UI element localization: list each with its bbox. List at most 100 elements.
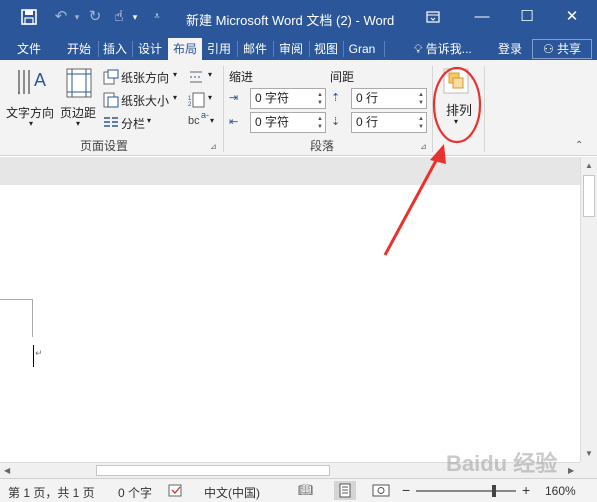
paragraph-group-label: 段落 bbox=[310, 139, 335, 153]
scroll-down-icon[interactable]: ▼ bbox=[585, 449, 593, 458]
paragraph-dialog-launcher-icon[interactable]: ⊿ bbox=[420, 142, 427, 151]
status-bar: 第 1 页，共 1 页 0 个字 中文(中国) 📖︎ − + 160% bbox=[0, 478, 597, 502]
orientation-label: 纸张方向 bbox=[121, 71, 170, 85]
columns-icon bbox=[104, 117, 118, 127]
word-count[interactable]: 0 个字 bbox=[118, 484, 152, 501]
spin-up-icon[interactable]: ▲ bbox=[418, 115, 424, 123]
minimize-button[interactable]: — bbox=[462, 4, 502, 30]
group-divider bbox=[432, 66, 433, 152]
tab-design[interactable]: 设计 bbox=[134, 38, 166, 60]
text-direction-button[interactable]: A 文字方向 ▾ bbox=[6, 64, 58, 134]
tab-grammarly[interactable]: Gran bbox=[345, 38, 379, 60]
size-button[interactable]: 纸张大小 ▾ bbox=[103, 91, 183, 109]
arrange-icon bbox=[443, 68, 469, 94]
lightbulb-icon: 💡︎ bbox=[414, 42, 423, 56]
document-top-margin bbox=[0, 157, 580, 185]
tell-me-search[interactable]: 💡︎ 告诉我... bbox=[414, 38, 484, 60]
chevron-down-icon: ▾ bbox=[173, 93, 178, 102]
spin-down-icon[interactable]: ▼ bbox=[418, 99, 424, 107]
redo-icon[interactable]: ↻ bbox=[84, 6, 106, 28]
ribbon-display-options-icon[interactable] bbox=[413, 4, 453, 30]
tab-insert[interactable]: 插入 bbox=[100, 38, 130, 60]
language-indicator[interactable]: 中文(中国) bbox=[204, 484, 260, 501]
scroll-up-icon[interactable]: ▲ bbox=[585, 161, 593, 170]
read-mode-icon[interactable]: 📖︎ bbox=[298, 483, 316, 498]
breaks-button[interactable]: ▾ bbox=[188, 68, 216, 86]
scroll-right-icon[interactable]: ▶ bbox=[568, 466, 574, 475]
close-button[interactable]: ✕ bbox=[552, 4, 592, 30]
print-layout-icon bbox=[339, 483, 351, 498]
maximize-icon: ☐ bbox=[520, 8, 534, 25]
zoom-level[interactable]: 160% bbox=[545, 484, 576, 498]
vertical-scrollbar[interactable]: ▲ ▼ bbox=[580, 157, 597, 462]
tab-file[interactable]: 文件 bbox=[10, 38, 48, 60]
page-setup-dialog-launcher-icon[interactable]: ⊿ bbox=[210, 142, 217, 151]
chevron-down-icon: ▾ bbox=[208, 93, 213, 102]
tab-references[interactable]: 引用 bbox=[203, 38, 235, 60]
tab-home[interactable]: 开始 bbox=[62, 38, 96, 60]
spacing-label: 间距 bbox=[330, 70, 355, 84]
spin-up-icon[interactable]: ▲ bbox=[317, 115, 323, 123]
spin-up-icon[interactable]: ▲ bbox=[317, 91, 323, 99]
paragraph-mark-icon: ↵ bbox=[35, 348, 43, 358]
hyphenation-button[interactable]: bc a- ▾ bbox=[188, 110, 218, 132]
tab-view[interactable]: 视图 bbox=[311, 38, 341, 60]
zoom-slider[interactable] bbox=[416, 490, 516, 492]
zoom-slider-thumb[interactable] bbox=[492, 485, 496, 497]
maximize-button[interactable]: ☐ bbox=[507, 4, 547, 30]
document-page[interactable]: ↵ bbox=[0, 185, 580, 462]
spacing-before-icon: ⇡ bbox=[331, 92, 341, 104]
spin-up-icon[interactable]: ▲ bbox=[418, 91, 424, 99]
indent-right-icon: ⇤ bbox=[229, 116, 239, 128]
margins-button[interactable]: 页边距 ▾ bbox=[60, 64, 100, 134]
proofing-icon[interactable] bbox=[168, 484, 184, 498]
hyphenation-icon: bc bbox=[188, 115, 200, 127]
indent-left-value: 0 字符 bbox=[255, 91, 290, 105]
spin-down-icon[interactable]: ▼ bbox=[317, 99, 323, 107]
chevron-down-icon: ▾ bbox=[210, 116, 215, 125]
share-button[interactable]: ⚇ 共享 bbox=[532, 39, 592, 59]
group-divider bbox=[484, 66, 485, 152]
print-layout-button[interactable] bbox=[334, 481, 356, 500]
collapse-ribbon-icon[interactable]: ⌃ bbox=[575, 140, 583, 151]
spacing-before-value: 0 行 bbox=[356, 91, 379, 105]
text-direction-icon: A bbox=[18, 70, 46, 95]
orientation-button[interactable]: 纸张方向 ▾ bbox=[103, 68, 183, 86]
columns-label: 分栏 bbox=[121, 117, 146, 131]
vertical-scroll-thumb[interactable] bbox=[583, 175, 595, 217]
web-layout-icon[interactable] bbox=[372, 483, 390, 498]
line-numbers-icon: 12 bbox=[188, 92, 205, 108]
spacing-after-field[interactable]: 0 行 ▲ ▼ bbox=[351, 112, 427, 133]
tell-me-label: 告诉我... bbox=[425, 42, 472, 56]
page-count[interactable]: 第 1 页，共 1 页 bbox=[8, 484, 95, 501]
signin-link[interactable]: 登录 bbox=[490, 38, 530, 60]
svg-text:A: A bbox=[34, 70, 46, 90]
chevron-down-icon: ▾ bbox=[173, 70, 178, 79]
scroll-left-icon[interactable]: ◀ bbox=[4, 466, 10, 475]
minimize-icon: — bbox=[474, 8, 490, 25]
spin-down-icon[interactable]: ▼ bbox=[317, 123, 323, 131]
baidu-watermark: Baidu 经验 bbox=[446, 451, 558, 476]
spin-down-icon[interactable]: ▼ bbox=[418, 123, 424, 131]
save-icon[interactable] bbox=[18, 6, 40, 28]
scroll-corner bbox=[580, 462, 597, 478]
tab-layout[interactable]: 布局 bbox=[168, 38, 202, 60]
customize-quick-access-icon[interactable]: ⩡ bbox=[146, 6, 168, 28]
tab-mailings[interactable]: 邮件 bbox=[239, 38, 271, 60]
touch-dropdown-icon[interactable]: ▾ bbox=[124, 6, 146, 28]
close-icon: ✕ bbox=[565, 8, 579, 25]
zoom-in-icon[interactable]: + bbox=[522, 482, 530, 498]
size-label: 纸张大小 bbox=[121, 94, 170, 108]
line-numbers-button[interactable]: 12 ▾ bbox=[188, 91, 216, 109]
zoom-out-icon[interactable]: − bbox=[402, 482, 410, 498]
chevron-down-icon: ▾ bbox=[147, 116, 152, 125]
horizontal-scroll-thumb[interactable] bbox=[96, 465, 330, 476]
columns-button[interactable]: 分栏 ▾ bbox=[103, 114, 183, 132]
indent-left-field[interactable]: 0 字符 ▲ ▼ bbox=[250, 88, 326, 109]
tab-review[interactable]: 审阅 bbox=[275, 38, 307, 60]
indent-right-field[interactable]: 0 字符 ▲ ▼ bbox=[250, 112, 326, 133]
spacing-before-field[interactable]: 0 行 ▲ ▼ bbox=[351, 88, 427, 109]
spacing-after-icon: ⇣ bbox=[331, 116, 341, 128]
arrange-button[interactable]: 排列 ▾ bbox=[438, 66, 476, 130]
title-bar: ↶ ▾ ↻ ☝ ▾ ⩡ 新建 Microsoft Word 文档 (2) - W… bbox=[0, 0, 597, 36]
